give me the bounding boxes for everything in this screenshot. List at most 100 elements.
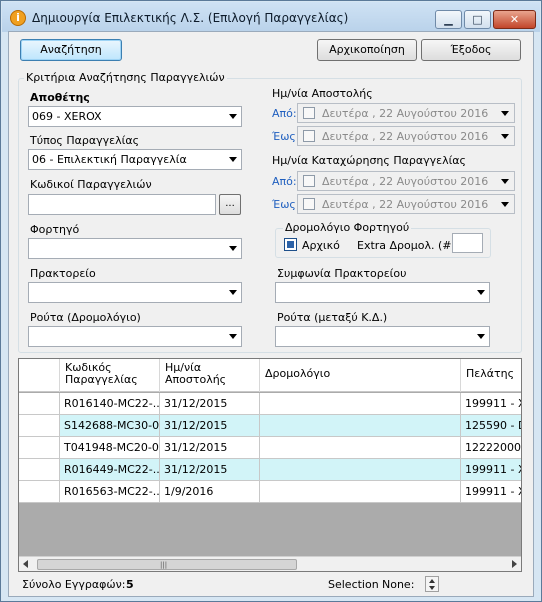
chevron-down-icon — [477, 290, 485, 295]
grid-corner — [19, 359, 60, 392]
chevron-down-icon — [229, 290, 237, 295]
entry-from-checkbox[interactable] — [303, 175, 315, 187]
cell-route[interactable] — [260, 437, 461, 458]
cell-customer[interactable]: 199911 - XE — [461, 459, 521, 480]
cell-customer[interactable]: 125590 - DC — [461, 415, 521, 436]
row-header[interactable] — [19, 437, 60, 458]
horizontal-scrollbar[interactable]: ||| — [19, 556, 521, 571]
ship-to-datepicker[interactable]: Δευτέρα , 22 Αυγούστου 2016 — [297, 126, 515, 146]
agency-select[interactable] — [28, 282, 242, 303]
order-codes-input[interactable] — [28, 194, 216, 215]
selection-value: None: — [382, 578, 415, 591]
agency-label: Πρακτορείο — [30, 267, 96, 280]
close-button[interactable]: ✕ — [493, 10, 536, 29]
depositor-value: 069 - XEROX — [32, 110, 102, 123]
initial-route-checkbox[interactable] — [284, 238, 297, 251]
browse-orders-button[interactable]: ... — [219, 194, 241, 215]
cell-order-code[interactable]: R016449-MC22-... — [60, 459, 160, 480]
table-row[interactable]: R016140-MC22-...31/12/2015 199911 - XE — [19, 393, 521, 415]
cell-customer[interactable]: 1222200037 — [461, 437, 521, 458]
entry-to-datepicker[interactable]: Δευτέρα , 22 Αυγούστου 2016 — [297, 194, 515, 214]
order-codes-label: Κωδικοί Παραγγελιών — [30, 178, 152, 191]
spin-up-icon[interactable] — [429, 579, 435, 583]
route-label: Ρούτα (Δρομολόγιο) — [30, 311, 141, 324]
cell-customer[interactable]: 199911 - XE — [461, 393, 521, 414]
table-row[interactable]: T041948-MC20-0...31/12/2015 1222200037 — [19, 437, 521, 459]
cell-order-code[interactable]: R016140-MC22-... — [60, 393, 160, 414]
cell-customer[interactable]: 199911 - XE — [461, 481, 521, 502]
truck-route-title: Δρομολόγιο Φορτηγού — [283, 221, 412, 234]
extra-route-label: Extra Δρομολ. (#): — [357, 239, 460, 252]
carrier-select[interactable] — [28, 238, 242, 259]
chevron-down-icon — [501, 111, 509, 116]
cell-order-code[interactable]: T041948-MC20-0... — [60, 437, 160, 458]
extra-route-input[interactable] — [452, 233, 483, 253]
cell-order-code[interactable]: S142688-MC30-0... — [60, 415, 160, 436]
table-row[interactable]: R016449-MC22-...31/12/2015 199911 - XE — [19, 459, 521, 481]
scroll-right-icon[interactable] — [512, 560, 517, 568]
search-button[interactable]: Αναζήτηση — [20, 39, 122, 61]
entry-from-datepicker[interactable]: Δευτέρα , 22 Αυγούστου 2016 — [297, 171, 515, 191]
initial-route-label: Αρχικό — [302, 239, 340, 252]
order-type-label: Τύπος Παραγγελίας — [30, 134, 140, 147]
title-bar[interactable]: i Δημιουργία Επιλεκτικής Λ.Σ. (Επιλογή Π… — [2, 2, 540, 32]
cell-route[interactable] — [260, 393, 461, 414]
ship-to-value: Δευτέρα , 22 Αυγούστου 2016 — [322, 130, 489, 143]
column-header-order-code[interactable]: Κωδικός Παραγγελίας — [60, 359, 160, 392]
cell-ship-date[interactable]: 1/9/2016 — [160, 481, 260, 502]
entry-to-label: Έως: — [272, 198, 300, 211]
route-between-select[interactable] — [275, 326, 490, 347]
chevron-down-icon — [229, 334, 237, 339]
cell-route[interactable] — [260, 459, 461, 480]
chevron-down-icon — [477, 334, 485, 339]
spin-down-icon[interactable] — [429, 586, 435, 590]
ship-from-label: Από: — [272, 107, 297, 120]
cell-route[interactable] — [260, 415, 461, 436]
row-header[interactable] — [19, 415, 60, 436]
status-bar: Σύνολο Εγγραφών: 5 Selection None: — [9, 575, 533, 595]
table-row[interactable]: S142688-MC30-0...31/12/2015 125590 - DC — [19, 415, 521, 437]
ship-to-checkbox[interactable] — [303, 130, 315, 142]
column-header-route[interactable]: Δρομολόγιο — [260, 359, 461, 392]
ship-from-checkbox[interactable] — [303, 107, 315, 119]
reset-button[interactable]: Αρχικοποίηση — [317, 39, 417, 61]
route-select[interactable] — [28, 326, 242, 347]
checkbox-fill-icon — [287, 241, 294, 248]
chevron-down-icon — [229, 157, 237, 162]
cell-ship-date[interactable]: 31/12/2015 — [160, 437, 260, 458]
selection-label: Selection — [328, 578, 379, 591]
chevron-down-icon — [229, 246, 237, 251]
ship-from-datepicker[interactable]: Δευτέρα , 22 Αυγούστου 2016 — [297, 103, 515, 123]
column-header-customer[interactable]: Πελάτης — [461, 359, 521, 392]
minimize-button[interactable]: ▁ — [435, 10, 462, 29]
cell-route[interactable] — [260, 481, 461, 502]
table-row[interactable]: R016563-MC22-...1/9/2016 199911 - XE — [19, 481, 521, 503]
column-header-ship-date[interactable]: Ημ/νία Αποστολής — [160, 359, 260, 392]
entry-from-label: Από: — [272, 175, 297, 188]
row-header[interactable] — [19, 459, 60, 480]
ship-to-label: Έως: — [272, 130, 300, 143]
orders-grid[interactable]: Κωδικός Παραγγελίας Ημ/νία Αποστολής Δρο… — [18, 358, 522, 572]
total-records-value: 5 — [126, 578, 134, 591]
depositor-select[interactable]: 069 - XEROX — [28, 106, 242, 127]
row-header[interactable] — [19, 393, 60, 414]
cell-order-code[interactable]: R016563-MC22-... — [60, 481, 160, 502]
entry-to-value: Δευτέρα , 22 Αυγούστου 2016 — [322, 198, 489, 211]
scroll-left-icon[interactable] — [23, 560, 28, 568]
order-type-select[interactable]: 06 - Επιλεκτική Παραγγελία — [28, 149, 242, 170]
row-header[interactable] — [19, 481, 60, 502]
cell-ship-date[interactable]: 31/12/2015 — [160, 415, 260, 436]
cell-ship-date[interactable]: 31/12/2015 — [160, 393, 260, 414]
selection-spinner[interactable] — [425, 576, 439, 592]
exit-button[interactable]: Έξοδος — [421, 39, 521, 61]
carrier-label: Φορτηγό — [30, 223, 80, 236]
grid-header: Κωδικός Παραγγελίας Ημ/νία Αποστολής Δρο… — [19, 359, 521, 392]
chevron-down-icon — [229, 114, 237, 119]
cell-ship-date[interactable]: 31/12/2015 — [160, 459, 260, 480]
entry-to-checkbox[interactable] — [303, 198, 315, 210]
maximize-button[interactable]: □ — [464, 10, 491, 29]
total-records-label: Σύνολο Εγγραφών: — [22, 578, 126, 591]
scrollbar-thumb[interactable]: ||| — [37, 559, 297, 570]
agency-agreement-select[interactable] — [275, 282, 490, 303]
depositor-label: Αποθέτης — [30, 91, 90, 104]
